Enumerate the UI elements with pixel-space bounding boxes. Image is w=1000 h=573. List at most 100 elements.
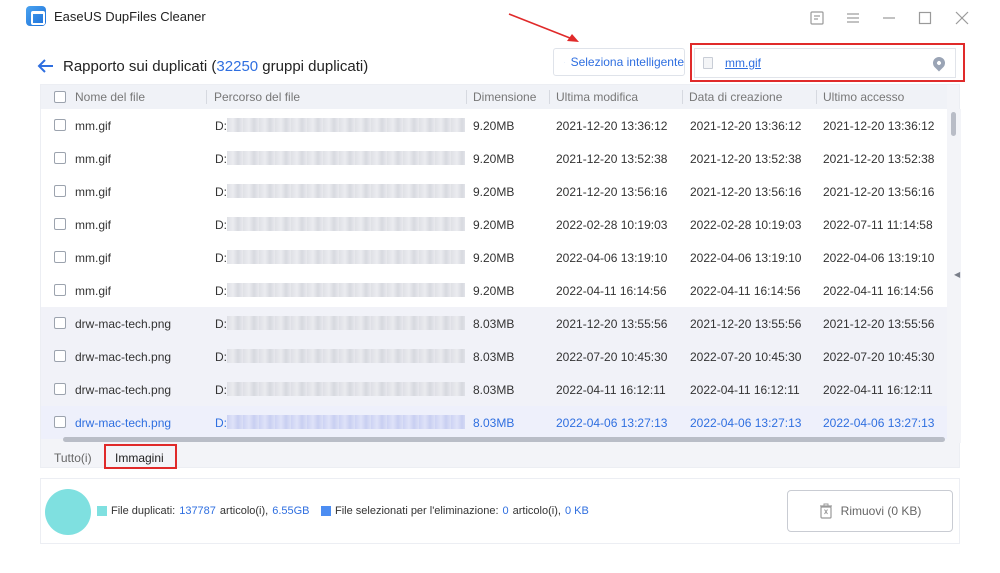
file-path: D: xyxy=(215,317,227,331)
col-separator xyxy=(682,90,683,104)
title-bar: EaseUS DupFiles Cleaner xyxy=(0,0,1000,36)
created-date: 2021-12-20 13:52:38 xyxy=(690,152,802,166)
file-name: drw-mac-tech.png xyxy=(75,416,172,430)
accessed-date: 2022-04-11 16:12:11 xyxy=(823,383,933,397)
row-checkbox[interactable] xyxy=(54,284,66,296)
path-blur xyxy=(227,382,465,396)
dup-swatch xyxy=(97,506,107,516)
back-arrow-icon[interactable] xyxy=(36,56,58,76)
remove-button[interactable]: Rimuovi (0 KB) xyxy=(787,490,953,532)
modified-date: 2022-02-28 10:19:03 xyxy=(556,218,668,232)
table-row[interactable]: mm.gif D: 9.20MB 2021-12-20 13:36:12 202… xyxy=(41,109,947,142)
path-blur xyxy=(227,217,465,231)
close-icon[interactable] xyxy=(950,6,974,30)
row-checkbox[interactable] xyxy=(54,383,66,395)
table-row[interactable]: drw-mac-tech.png D: 8.03MB 2021-12-20 13… xyxy=(41,307,947,340)
file-size: 9.20MB xyxy=(473,251,515,265)
file-path: D: xyxy=(215,152,227,166)
accessed-date: 2021-12-20 13:36:12 xyxy=(823,119,935,133)
file-icon xyxy=(703,57,713,69)
collapse-panel-icon[interactable]: ◀ xyxy=(954,270,962,282)
row-checkbox[interactable] xyxy=(54,251,66,263)
file-name: drw-mac-tech.png xyxy=(75,317,172,331)
table-row-hovered[interactable]: drw-mac-tech.png D: 8.03MB 2022-04-06 13… xyxy=(41,406,947,439)
minimize-icon[interactable] xyxy=(877,6,901,30)
tab-images[interactable]: Immagini xyxy=(115,451,164,465)
row-checkbox[interactable] xyxy=(54,152,66,164)
maximize-icon[interactable] xyxy=(913,6,937,30)
row-checkbox[interactable] xyxy=(54,416,66,428)
file-path: D: xyxy=(215,416,227,430)
table-row[interactable]: drw-mac-tech.png D: 8.03MB 2022-04-11 16… xyxy=(41,373,947,406)
table-row[interactable]: mm.gif D: 9.20MB 2022-02-28 10:19:03 202… xyxy=(41,208,947,241)
trash-icon xyxy=(819,503,832,519)
feedback-icon[interactable] xyxy=(805,6,829,30)
file-size: 8.03MB xyxy=(473,383,515,397)
created-date: 2022-04-11 16:14:56 xyxy=(690,284,801,298)
path-blur xyxy=(227,250,465,264)
created-date: 2022-04-11 16:12:11 xyxy=(690,383,800,397)
modified-date: 2021-12-20 13:56:16 xyxy=(556,185,668,199)
col-size[interactable]: Dimensione xyxy=(473,90,536,104)
horizontal-scrollbar[interactable] xyxy=(63,437,945,442)
col-accessed[interactable]: Ultimo accesso xyxy=(823,90,904,104)
modified-date: 2022-07-20 10:45:30 xyxy=(556,350,668,364)
file-path: D: xyxy=(215,119,227,133)
accessed-date: 2022-07-20 10:45:30 xyxy=(823,350,935,364)
col-separator xyxy=(816,90,817,104)
created-date: 2021-12-20 13:56:16 xyxy=(690,185,802,199)
file-path: D: xyxy=(215,185,227,199)
group-count: 32250 xyxy=(216,58,259,75)
accessed-date: 2021-12-20 13:52:38 xyxy=(823,152,935,166)
modified-date: 2022-04-11 16:12:11 xyxy=(556,383,666,397)
table-row[interactable]: mm.gif D: 9.20MB 2021-12-20 13:52:38 202… xyxy=(41,142,947,175)
tab-all[interactable]: Tutto(i) xyxy=(54,451,92,465)
created-date: 2021-12-20 13:55:56 xyxy=(690,317,802,331)
menu-icon[interactable] xyxy=(841,6,865,30)
created-date: 2022-04-06 13:27:13 xyxy=(690,416,802,430)
file-name: mm.gif xyxy=(75,185,111,199)
search-field[interactable] xyxy=(694,48,956,78)
row-checkbox[interactable] xyxy=(54,317,66,329)
search-input[interactable] xyxy=(725,56,915,70)
smart-select-label: Seleziona intelligente xyxy=(570,55,684,69)
col-separator xyxy=(549,90,550,104)
col-created[interactable]: Data di creazione xyxy=(689,90,782,104)
location-icon[interactable] xyxy=(930,54,948,72)
row-checkbox[interactable] xyxy=(54,185,66,197)
modified-date: 2021-12-20 13:55:56 xyxy=(556,317,668,331)
file-name: drw-mac-tech.png xyxy=(75,383,172,397)
accessed-date: 2022-04-06 13:19:10 xyxy=(823,251,935,265)
accessed-date: 2022-07-11 11:14:58 xyxy=(823,218,933,232)
table-row[interactable]: drw-mac-tech.png D: 8.03MB 2022-07-20 10… xyxy=(41,340,947,373)
created-date: 2022-02-28 10:19:03 xyxy=(690,218,802,232)
file-name: mm.gif xyxy=(75,119,111,133)
col-name[interactable]: Nome del file xyxy=(75,90,145,104)
table-row[interactable]: mm.gif D: 9.20MB 2022-04-11 16:14:56 202… xyxy=(41,274,947,307)
row-checkbox[interactable] xyxy=(54,119,66,131)
modified-date: 2021-12-20 13:52:38 xyxy=(556,152,668,166)
col-modified[interactable]: Ultima modifica xyxy=(556,90,638,104)
page-title: Rapporto sui duplicati (32250 gruppi dup… xyxy=(63,58,369,75)
file-size: 9.20MB xyxy=(473,152,515,166)
file-size: 8.03MB xyxy=(473,416,515,430)
file-size: 8.03MB xyxy=(473,317,515,331)
file-size: 9.20MB xyxy=(473,185,515,199)
row-checkbox[interactable] xyxy=(54,218,66,230)
path-blur xyxy=(227,316,465,330)
created-date: 2021-12-20 13:36:12 xyxy=(690,119,802,133)
path-blur xyxy=(227,151,465,165)
file-name: mm.gif xyxy=(75,284,111,298)
select-all-checkbox[interactable] xyxy=(54,91,66,103)
col-path[interactable]: Percorso del file xyxy=(214,90,300,104)
accessed-date: 2022-04-06 13:27:13 xyxy=(823,416,935,430)
col-separator xyxy=(466,90,467,104)
duplicates-table: Nome del file Percorso del file Dimensio… xyxy=(40,84,961,468)
row-checkbox[interactable] xyxy=(54,350,66,362)
vertical-scrollbar-thumb[interactable] xyxy=(951,112,956,136)
table-row[interactable]: mm.gif D: 9.20MB 2022-04-06 13:19:10 202… xyxy=(41,241,947,274)
modified-date: 2021-12-20 13:36:12 xyxy=(556,119,668,133)
file-path: D: xyxy=(215,251,227,265)
smart-select-button[interactable]: Seleziona intelligente xyxy=(553,48,685,76)
table-row[interactable]: mm.gif D: 9.20MB 2021-12-20 13:56:16 202… xyxy=(41,175,947,208)
